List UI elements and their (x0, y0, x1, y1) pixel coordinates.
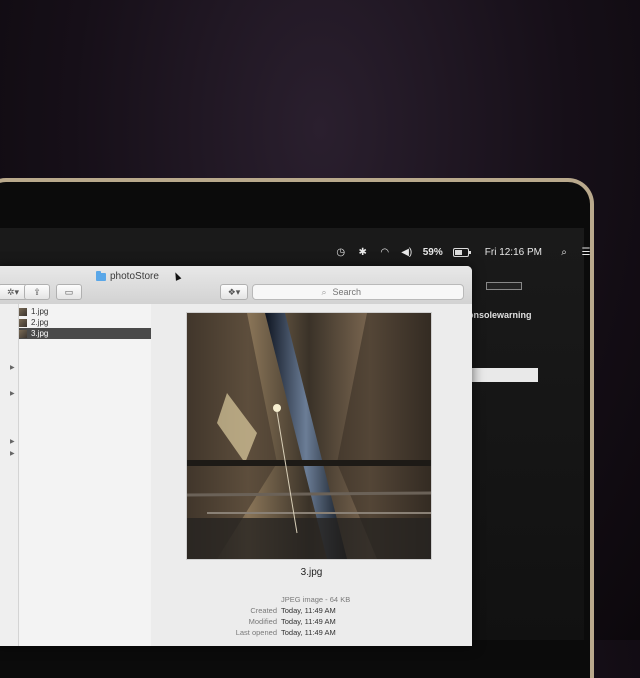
list-item[interactable]: 2.jpg (19, 317, 151, 328)
dropbox-button[interactable]: ❖▾ (220, 284, 248, 300)
gear-icon: ✲▾ (6, 286, 20, 297)
list-item-selected[interactable]: 3.jpg (19, 328, 151, 339)
notification-center-icon[interactable]: ☰ (580, 246, 592, 258)
list-item[interactable]: 1.jpg (19, 306, 151, 317)
folder-icon (96, 270, 106, 281)
bluetooth-icon[interactable]: ✱ (357, 246, 369, 258)
title-bar[interactable]: photoStore ✲▾ ⇪ ▭ ❖▾ ⌕ (0, 266, 472, 305)
info-value: Today, 11:49 AM (281, 606, 336, 615)
tag-icon: ▭ (64, 286, 74, 297)
disclosure-arrow-icon[interactable]: ▶ (10, 364, 15, 371)
info-value: Today, 11:49 AM (281, 617, 336, 626)
timemachine-icon[interactable]: ◷ (335, 246, 347, 258)
file-kind: JPEG image - 64 KB (281, 595, 351, 604)
info-value: Today, 11:49 AM (281, 628, 336, 637)
parent-column[interactable]: ▶ ▶ ▶ ▶ (0, 304, 19, 646)
finder-window: photoStore ✲▾ ⇪ ▭ ❖▾ ⌕ ▶ ▶ ▶ ▶ 1.jpg (0, 266, 472, 646)
volume-icon[interactable]: ◀) (401, 246, 413, 258)
search-field[interactable]: ⌕ (252, 284, 464, 300)
image-thumbnail-icon (19, 329, 27, 338)
search-icon: ⌕ (321, 286, 327, 297)
menu-bar: ◷ ✱ ◠ ◀) 59% Fri 12:16 PM ⌕ ☰ (335, 242, 592, 262)
ceiling-photo (187, 313, 431, 559)
background-app-title: onsolewarning (468, 310, 532, 320)
window-title: photoStore (96, 270, 159, 282)
share-button[interactable]: ⇪ (24, 284, 50, 300)
file-name: 2.jpg (31, 318, 49, 327)
disclosure-arrow-icon[interactable]: ▶ (10, 390, 15, 397)
tags-button[interactable]: ▭ (56, 284, 82, 300)
disclosure-arrow-icon[interactable]: ▶ (10, 450, 15, 457)
image-thumbnail-icon (19, 318, 27, 327)
preview-filename: 3.jpg (300, 567, 323, 578)
disclosure-arrow-icon[interactable]: ▶ (10, 438, 15, 445)
battery-icon[interactable] (452, 247, 471, 257)
file-info: JPEG image - 64 KB Created Today, 11:49 … (151, 594, 472, 638)
dropbox-icon: ❖▾ (227, 286, 241, 297)
share-icon: ⇪ (33, 286, 41, 297)
background-app-bar[interactable] (472, 368, 538, 382)
file-name: 1.jpg (31, 307, 49, 316)
background-app-control[interactable] (486, 282, 522, 290)
spotlight-icon[interactable]: ⌕ (558, 246, 570, 258)
preview-pane: 3.jpg JPEG image - 64 KB Created Today, … (151, 304, 472, 646)
search-input[interactable] (330, 286, 395, 298)
info-label: Last opened (235, 628, 277, 637)
info-label: Modified (248, 617, 277, 626)
photo-preview[interactable] (186, 312, 432, 560)
wifi-icon[interactable]: ◠ (379, 246, 391, 258)
battery-percent[interactable]: 59% (423, 247, 443, 258)
window-title-text: photoStore (110, 271, 159, 282)
image-thumbnail-icon (19, 307, 27, 316)
info-label: Created (250, 606, 277, 615)
file-list-column: 1.jpg 2.jpg 3.jpg (19, 304, 152, 646)
file-name: 3.jpg (31, 329, 49, 338)
clock[interactable]: Fri 12:16 PM (485, 247, 542, 258)
